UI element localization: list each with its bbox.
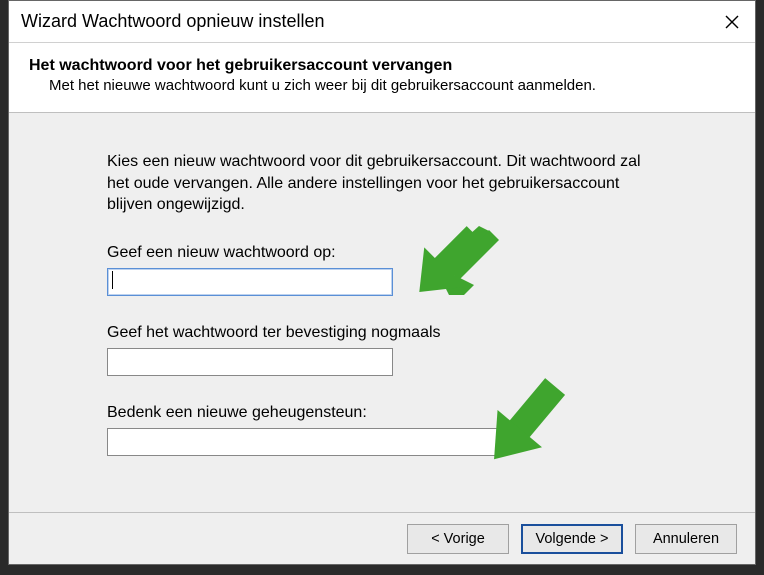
close-button[interactable] — [709, 1, 755, 43]
label-confirm-password: Geef het wachtwoord ter bevestiging nogm… — [107, 324, 685, 342]
field-hint: Bedenk een nieuwe geheugensteun: — [107, 404, 685, 456]
header-area: Het wachtwoord voor het gebruikersaccoun… — [9, 43, 755, 113]
field-confirm-password: Geef het wachtwoord ter bevestiging nogm… — [107, 324, 685, 376]
intro-text: Kies een nieuw wachtwoord voor dit gebru… — [107, 151, 667, 216]
text-cursor — [112, 271, 113, 289]
window-title: Wizard Wachtwoord opnieuw instellen — [21, 11, 709, 32]
wizard-window: Wizard Wachtwoord opnieuw instellen Het … — [8, 0, 756, 565]
button-bar: < Vorige Volgende > Annuleren — [9, 512, 755, 564]
content-area: Kies een nieuw wachtwoord voor dit gebru… — [9, 113, 755, 512]
close-icon — [725, 15, 739, 29]
label-hint: Bedenk een nieuwe geheugensteun: — [107, 404, 685, 422]
next-button[interactable]: Volgende > — [521, 524, 623, 554]
input-confirm-password[interactable] — [107, 348, 393, 376]
header-subtext: Met het nieuwe wachtwoord kunt u zich we… — [29, 77, 735, 94]
header-heading: Het wachtwoord voor het gebruikersaccoun… — [29, 57, 735, 75]
field-new-password: Geef een nieuw wachtwoord op: — [107, 244, 685, 296]
input-hint[interactable] — [107, 428, 505, 456]
label-new-password: Geef een nieuw wachtwoord op: — [107, 244, 685, 262]
input-new-password[interactable] — [107, 268, 393, 296]
titlebar: Wizard Wachtwoord opnieuw instellen — [9, 1, 755, 43]
cancel-button[interactable]: Annuleren — [635, 524, 737, 554]
back-button[interactable]: < Vorige — [407, 524, 509, 554]
